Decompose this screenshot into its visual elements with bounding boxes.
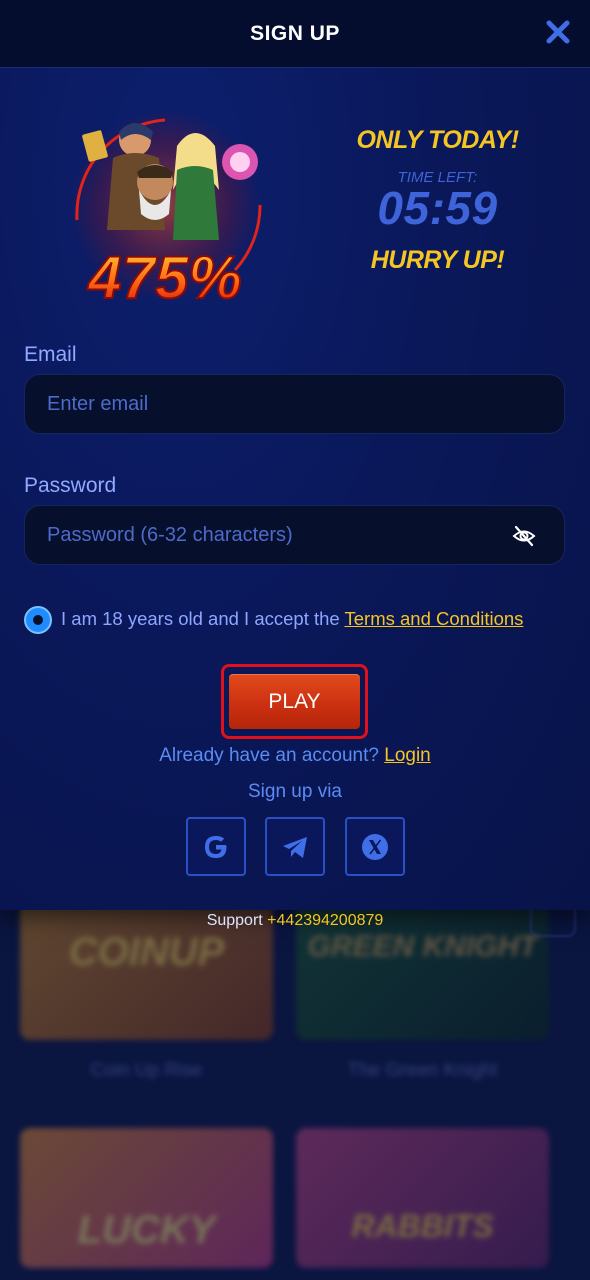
login-link[interactable]: Login xyxy=(384,745,431,766)
game-tile-coin-up-rise: COINUP Coin Up Rise xyxy=(20,900,273,1100)
bonus-text: 475% xyxy=(87,244,241,310)
only-today-label: ONLY TODAY! xyxy=(356,126,519,154)
game-tile-title: LUCKY xyxy=(77,1208,216,1252)
eye-slash-icon xyxy=(512,525,536,547)
email-input[interactable] xyxy=(25,375,564,433)
play-button[interactable]: PLAY xyxy=(229,674,360,729)
telegram-icon xyxy=(283,836,307,858)
game-tile-title: RABBITS xyxy=(351,1208,494,1244)
modal-title: SIGN UP xyxy=(250,22,340,45)
game-tile-title: GREEN KNIGHT xyxy=(307,930,538,963)
password-field-container xyxy=(24,505,565,565)
promo-timer-panel: ONLY TODAY! TIME LEFT: 05:59 HURRY UP! xyxy=(340,126,535,275)
age-consent-row: I am 18 years old and I accept the Terms… xyxy=(24,604,570,634)
support-line: Support +442394200879 xyxy=(0,912,590,930)
background-game-grid: COINUP Coin Up Rise GREEN KNIGHT The Gre… xyxy=(0,900,590,1280)
close-icon xyxy=(546,20,570,44)
play-button-highlight: PLAY xyxy=(221,664,368,739)
consent-text-wrapper: I am 18 years old and I accept the Terms… xyxy=(61,608,523,630)
signup-modal: SIGN UP 475% ONLY TODAY! TIME LEFT: 05:5… xyxy=(0,0,590,910)
age-consent-radio[interactable] xyxy=(24,606,52,634)
x-icon xyxy=(362,833,388,860)
already-text: Already have an account? xyxy=(159,745,385,766)
countdown-timer: 05:59 xyxy=(377,182,498,234)
game-tile-lucky: LUCKY xyxy=(20,1128,273,1280)
game-tile-title: COINUP xyxy=(68,930,225,974)
email-field-container xyxy=(24,374,565,434)
hurry-up-label: HURRY UP! xyxy=(370,246,505,274)
support-phone[interactable]: +442394200879 xyxy=(267,912,383,929)
bonus-promo-image: 475% xyxy=(55,110,275,312)
already-have-account-row: Already have an account? Login xyxy=(0,745,590,767)
email-label: Email xyxy=(24,343,77,366)
social-signup-row xyxy=(186,817,406,877)
password-input[interactable] xyxy=(25,506,564,564)
password-label: Password xyxy=(24,474,117,497)
sign-up-via-label: Sign up via xyxy=(247,781,342,802)
telegram-signup-button[interactable] xyxy=(265,817,325,876)
game-tile-rabbits: RABBITS xyxy=(296,1128,549,1280)
google-icon xyxy=(205,835,227,858)
google-signup-button[interactable] xyxy=(186,817,246,876)
close-button[interactable] xyxy=(544,18,572,46)
game-tile-green-knight: GREEN KNIGHT The Green Knight xyxy=(296,900,549,1100)
toggle-password-visibility-button[interactable] xyxy=(512,524,536,548)
x-signup-button[interactable] xyxy=(345,817,405,876)
support-label: Support xyxy=(206,912,268,929)
game-tile-name: The Green Knight xyxy=(347,1060,498,1081)
game-tile-name: Coin Up Rise xyxy=(90,1060,203,1081)
modal-header: SIGN UP xyxy=(0,0,590,68)
terms-link[interactable]: Terms and Conditions xyxy=(345,608,524,629)
consent-text: I am 18 years old and I accept the xyxy=(61,608,345,629)
